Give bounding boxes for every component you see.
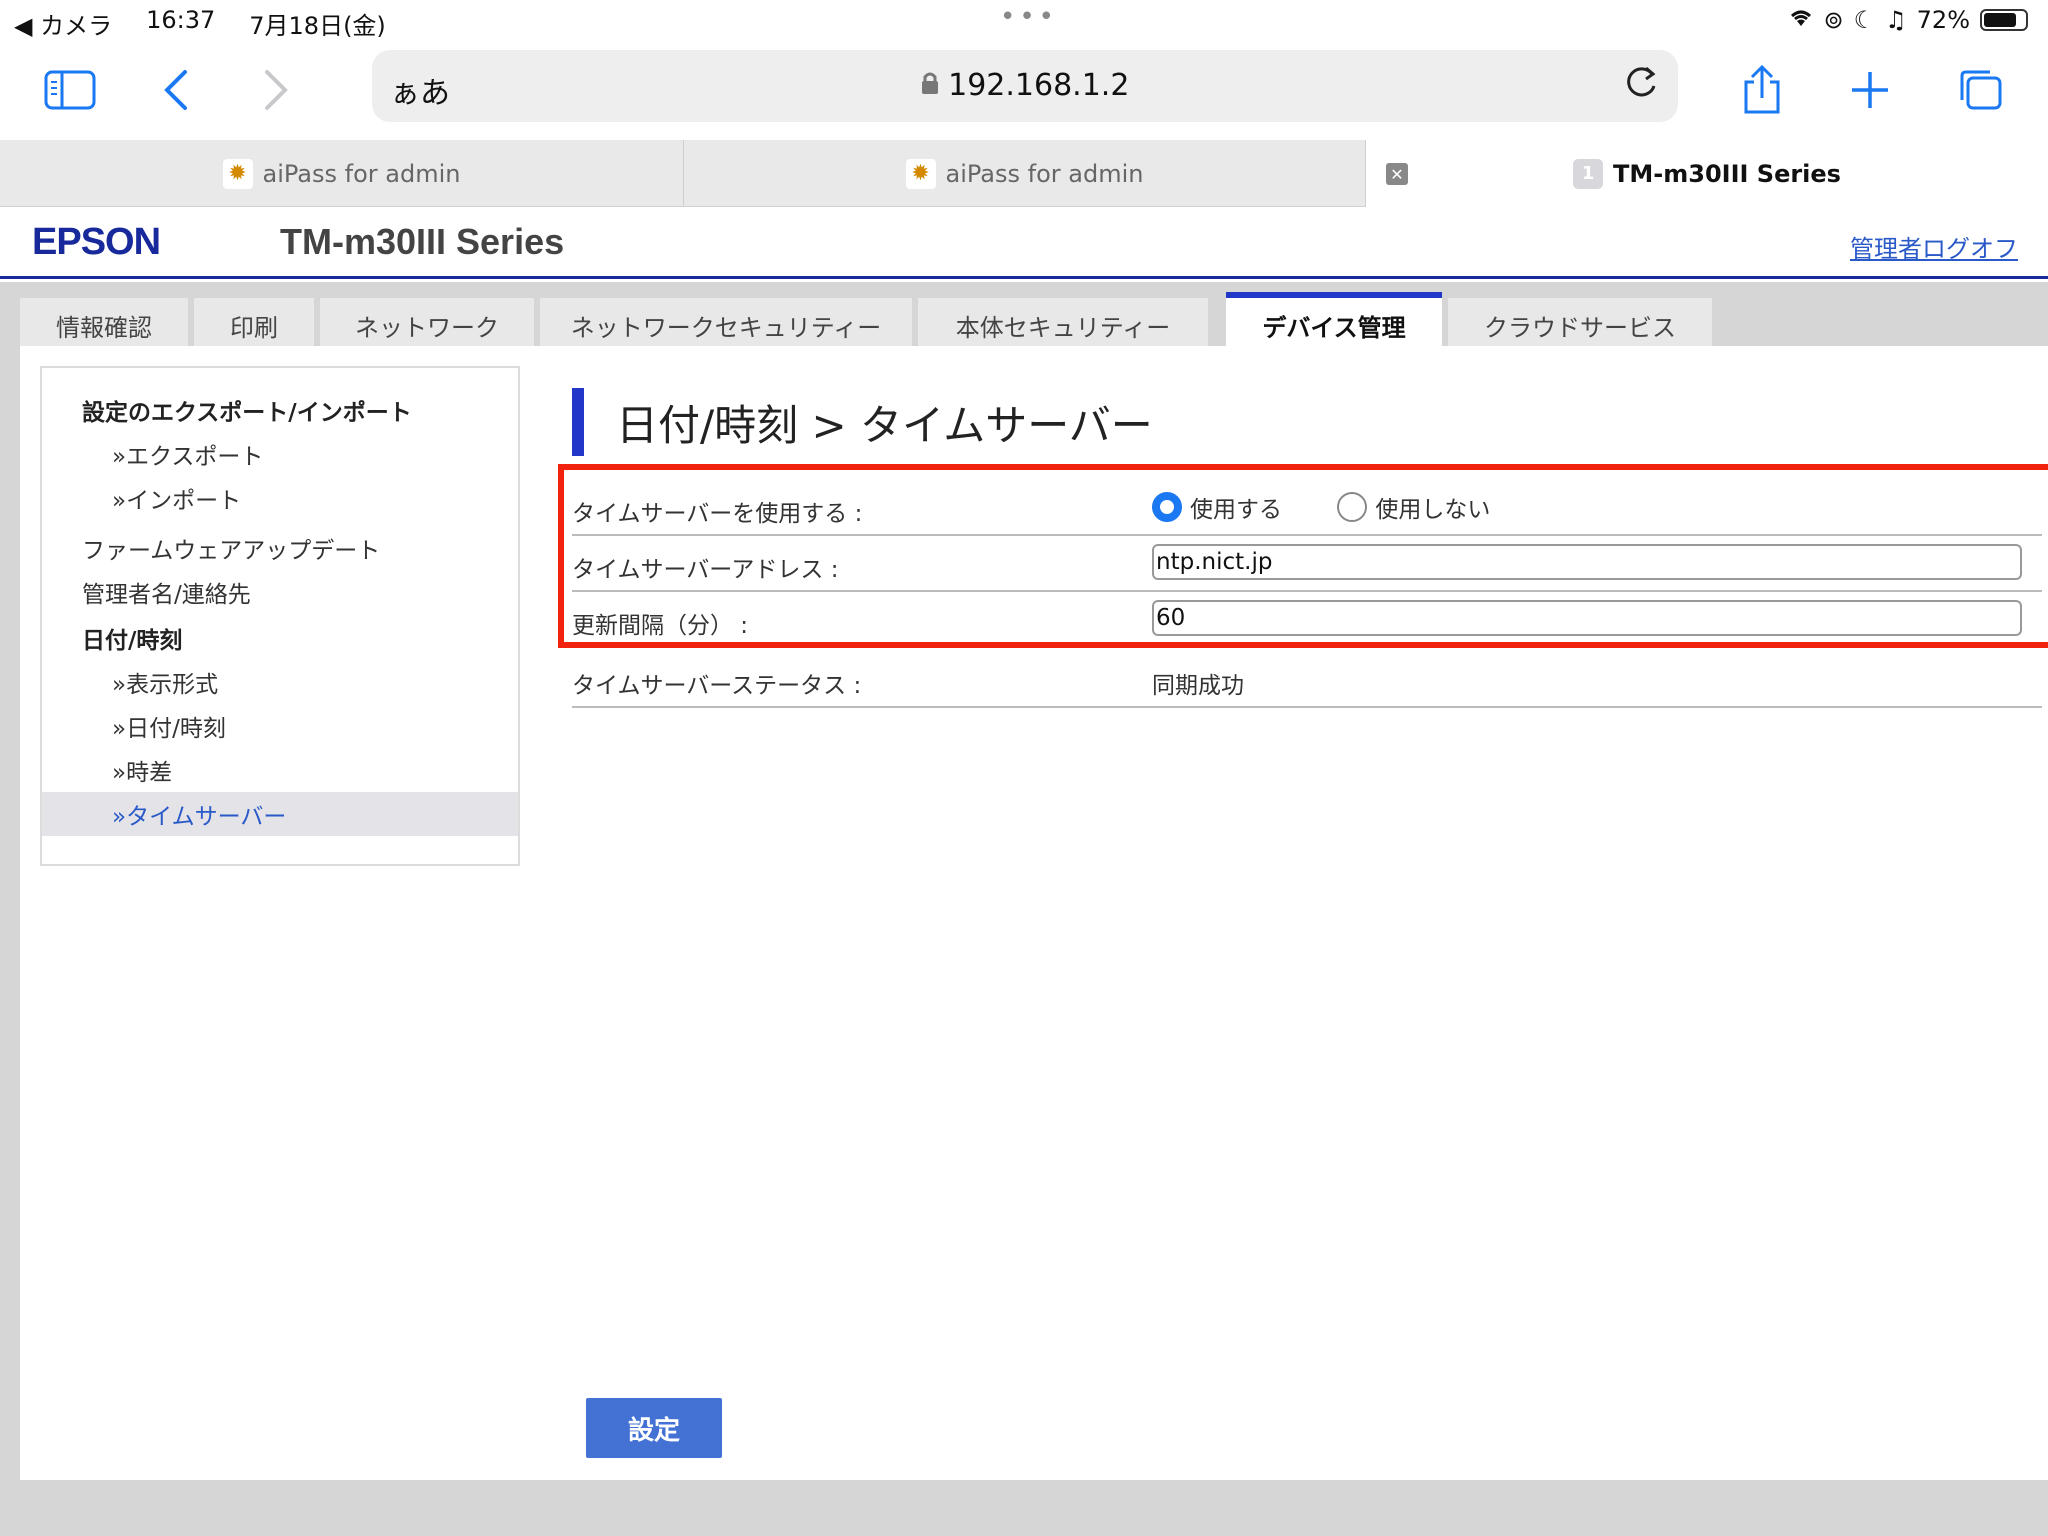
page-header: EPSON TM-m30III Series 管理者ログオフ: [0, 207, 2048, 279]
new-tab-icon[interactable]: [1838, 58, 1902, 122]
status-bar: ◀ カメラ 16:37 7月18日(金) ••• ⊚ ☾ ♫ 72%: [0, 0, 2048, 40]
tab-overview-icon[interactable]: [1948, 58, 2012, 122]
epson-logo: EPSON: [32, 221, 161, 263]
tab-network[interactable]: ネットワーク: [320, 298, 534, 352]
tab-device-management[interactable]: デバイス管理: [1226, 292, 1442, 352]
menu-export[interactable]: »エクスポート: [42, 432, 518, 476]
submit-button[interactable]: 設定: [586, 1398, 722, 1458]
tab-badge: 1: [1573, 158, 1604, 189]
model-name: TM-m30III Series: [280, 221, 565, 262]
orientation-lock-icon: ⊚: [1823, 6, 1844, 34]
status-label: タイムサーバーステータス :: [572, 673, 862, 699]
sidebar-icon[interactable]: [38, 58, 102, 122]
browser-tab-aipass-2[interactable]: ✹ aiPass for admin: [684, 140, 1366, 207]
menu-time-difference[interactable]: »時差: [42, 748, 518, 792]
back-to-app-link[interactable]: ◀ カメラ: [14, 6, 112, 41]
multitask-dots-icon[interactable]: •••: [1000, 2, 1058, 32]
forward-icon[interactable]: [244, 58, 308, 122]
tab-cloud-service[interactable]: クラウドサービス: [1448, 298, 1712, 352]
moon-icon: ☾: [1853, 6, 1876, 34]
sun-favicon-icon: ✹: [905, 158, 936, 189]
share-icon[interactable]: [1730, 58, 1794, 122]
battery-icon: [1980, 9, 2028, 31]
close-tab-icon[interactable]: ✕: [1386, 163, 1408, 185]
date: 7月18日(金): [249, 12, 386, 40]
page-title: 日付/時刻 > タイムサーバー: [616, 401, 1153, 450]
lock-icon: [921, 68, 949, 103]
url-text: 192.168.1.2: [948, 68, 1130, 103]
tab-print[interactable]: 印刷: [194, 298, 314, 352]
setting-row-status: タイムサーバーステータス : 同期成功: [572, 648, 2042, 708]
menu-date-time[interactable]: 日付/時刻: [42, 616, 518, 660]
admin-logoff-link[interactable]: 管理者ログオフ: [1850, 229, 2018, 264]
tab-device-security[interactable]: 本体セキュリティー: [918, 298, 1208, 352]
tab-network-security[interactable]: ネットワークセキュリティー: [540, 298, 912, 352]
reload-icon[interactable]: [1622, 62, 1660, 112]
menu-date-time-sub[interactable]: »日付/時刻: [42, 704, 518, 748]
browser-tab-aipass-1[interactable]: ✹ aiPass for admin: [0, 140, 684, 207]
menu-import[interactable]: »インポート: [42, 476, 518, 520]
battery-percent: 72%: [1916, 6, 1970, 34]
back-icon[interactable]: [144, 58, 208, 122]
menu-admin-contact[interactable]: 管理者名/連絡先: [42, 570, 518, 614]
page-frame: 情報確認 印刷 ネットワーク ネットワークセキュリティー 本体セキュリティー デ…: [0, 282, 2048, 1536]
browser-tab-tm-m30iii[interactable]: 1 TM-m30III Series: [1366, 140, 2048, 207]
menu-display-format[interactable]: »表示形式: [42, 660, 518, 704]
highlight-box: [558, 464, 2048, 648]
content-area: 設定のエクスポート/インポート »エクスポート »インポート ファームウェアアッ…: [20, 346, 2048, 1480]
address-bar[interactable]: ぁあ 192.168.1.2: [372, 50, 1678, 122]
status-value: 同期成功: [1152, 673, 1244, 699]
tab-info[interactable]: 情報確認: [20, 298, 188, 352]
side-menu: 設定のエクスポート/インポート »エクスポート »インポート ファームウェアアッ…: [40, 366, 520, 866]
menu-export-import[interactable]: 設定のエクスポート/インポート: [42, 388, 518, 432]
wifi-icon: [1788, 6, 1814, 34]
headphones-icon: ♫: [1885, 6, 1907, 34]
clock: 16:37: [146, 6, 216, 34]
sun-favicon-icon: ✹: [222, 158, 253, 189]
menu-time-server[interactable]: »タイムサーバー: [42, 792, 518, 836]
browser-toolbar: ぁあ 192.168.1.2: [0, 40, 2048, 140]
menu-firmware-update[interactable]: ファームウェアアップデート: [42, 526, 518, 570]
browser-tab-bar: ✹ aiPass for admin ✹ aiPass for admin 1 …: [0, 140, 2048, 207]
title-accent-bar: [572, 388, 584, 456]
